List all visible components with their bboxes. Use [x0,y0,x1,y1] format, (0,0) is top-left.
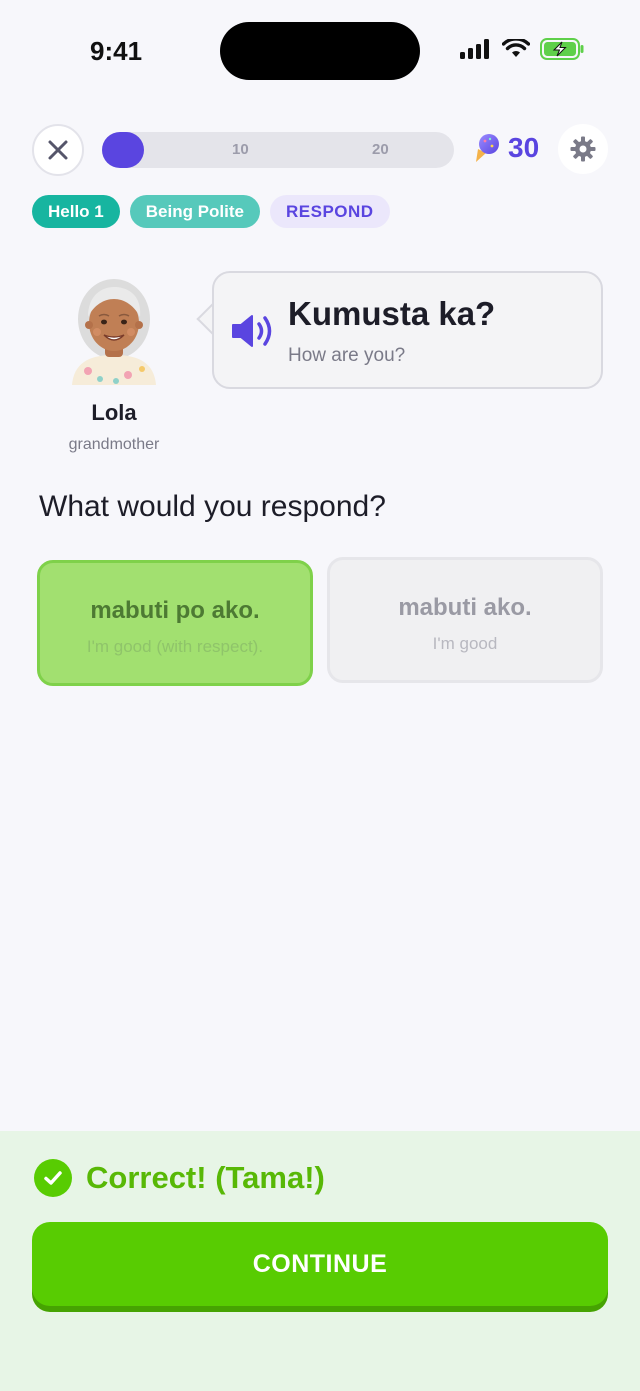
check-circle-icon [34,1159,72,1197]
lesson-tags: Hello 1 Being Polite RESPOND [32,195,390,228]
status-bar: 9:41 [0,0,640,100]
gem-counter: 30 [472,132,539,164]
feedback-message: Correct! (Tama!) [86,1160,325,1195]
progress-fill [102,132,145,168]
speech-bubble: Kumusta ka? How are you? [212,271,603,389]
lesson-progress-bar: 10 20 [102,132,454,168]
battery-charging-icon [540,38,584,60]
speaker-icon [232,315,272,347]
progress-tick-10: 10 [232,141,249,158]
gem-count: 30 [508,132,540,163]
feedback-panel: Correct! (Tama!) CONTINUE [0,1131,640,1391]
answer-option-correct[interactable]: mabuti po ako. I'm good (with respect). [37,560,313,686]
settings-button[interactable] [558,124,608,174]
play-audio-button[interactable] [230,311,276,351]
avatar [72,279,156,385]
close-button[interactable] [32,124,84,176]
topic-tag: Being Polite [129,195,260,228]
exercise-type-tag: RESPOND [269,195,390,228]
option-translation: I'm good (with respect). [86,637,264,656]
option-text: mabuti ako. [398,594,532,621]
option-text: mabuti po ako. [90,597,260,624]
signal-icon [460,39,489,59]
ice-cream-icon [476,134,499,162]
wifi-icon [502,39,530,57]
status-time: 9:41 [90,36,143,66]
status-icons [460,38,584,60]
close-icon [48,140,68,160]
prompt-translation: How are you? [288,345,406,366]
question-text: What would you respond? [39,490,386,523]
continue-button[interactable]: CONTINUE [32,1222,608,1306]
character-role: grandmother [68,436,160,453]
level-tag: Hello 1 [32,195,120,228]
prompt-phrase: Kumusta ka? [288,295,496,332]
answer-option[interactable]: mabuti ako. I'm good [327,557,603,683]
character: Lola grandmother [54,275,174,454]
dynamic-island [220,22,420,80]
feedback-row: Correct! (Tama!) [34,1159,325,1197]
option-translation: I'm good [432,634,498,653]
progress-tick-20: 20 [372,141,389,158]
character-name: Lola [91,400,137,425]
gear-icon [570,136,596,162]
